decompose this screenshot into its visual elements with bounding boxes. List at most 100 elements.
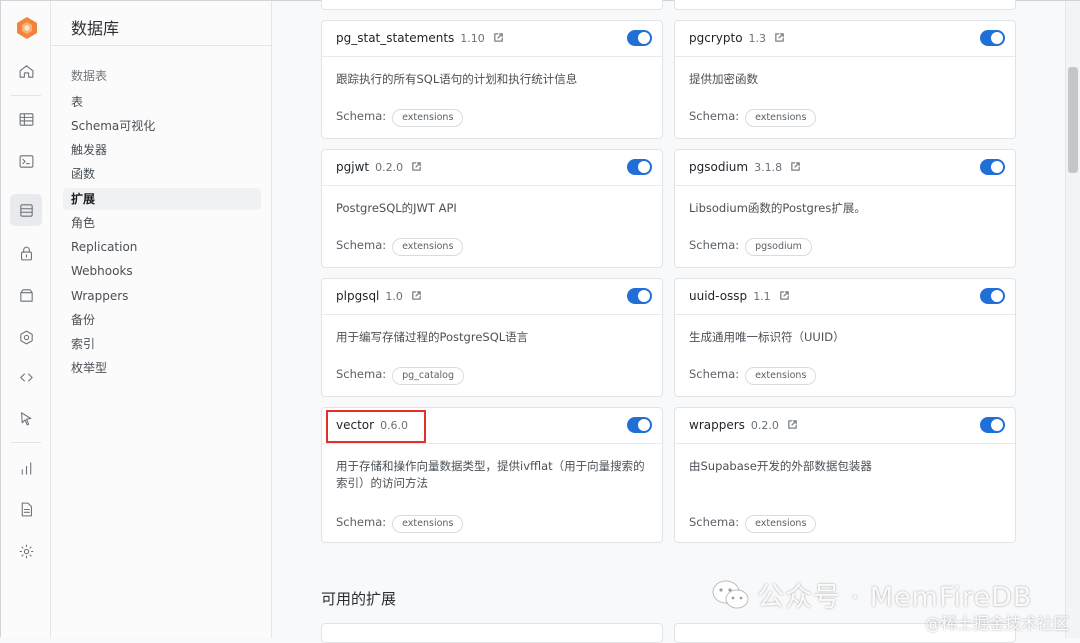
sidebar-item-triggers[interactable]: 触发器 bbox=[63, 139, 261, 161]
schema-badge: extensions bbox=[392, 238, 464, 256]
app-logo-icon[interactable] bbox=[15, 16, 39, 40]
external-link-icon[interactable] bbox=[774, 32, 785, 43]
extension-schema-row: Schema: extensions bbox=[336, 515, 464, 533]
schema-label: Schema: bbox=[336, 109, 387, 123]
extension-version: 1.1 bbox=[753, 290, 771, 303]
logs-document-icon[interactable] bbox=[10, 493, 42, 525]
extension-version: 3.1.8 bbox=[754, 161, 783, 174]
sidebar-item-functions[interactable]: 函数 bbox=[63, 163, 261, 185]
external-link-icon[interactable] bbox=[493, 32, 504, 43]
extension-name: pgjwt bbox=[336, 160, 370, 174]
sidebar-section-label: 数据表 bbox=[71, 69, 108, 83]
extension-card: pgjwt 0.2.0 PostgreSQL的JWT API Schema: ext… bbox=[321, 149, 663, 268]
extension-toggle[interactable] bbox=[627, 30, 652, 46]
extension-version: 1.3 bbox=[748, 32, 767, 45]
extension-version: 1.0 bbox=[385, 290, 403, 303]
extension-description: 用于存储和操作向量数据类型，提供ivfflat（用于向量搜索的索引）的访问方法 bbox=[336, 459, 645, 490]
extension-card: pg_stat_statements 1.10 跟踪执行的所有SQL语句的计划和执… bbox=[321, 20, 663, 139]
extension-toggle[interactable] bbox=[980, 30, 1005, 46]
storage-icon[interactable] bbox=[10, 279, 42, 311]
auth-lock-icon[interactable] bbox=[10, 237, 42, 269]
external-link-icon[interactable] bbox=[779, 290, 790, 301]
schema-label: Schema: bbox=[689, 515, 740, 529]
table-editor-icon[interactable] bbox=[10, 103, 42, 135]
extension-name-row: wrappers 0.2.0 bbox=[689, 418, 798, 432]
external-link-icon[interactable] bbox=[411, 161, 422, 172]
extension-card-header: pg_stat_statements 1.10 bbox=[322, 21, 662, 57]
schema-badge: extensions bbox=[745, 109, 817, 127]
api-code-icon[interactable] bbox=[10, 361, 42, 393]
sidebar-item-tables[interactable]: 表 bbox=[63, 91, 261, 113]
schema-label: Schema: bbox=[689, 109, 740, 123]
reports-chart-icon[interactable] bbox=[10, 452, 42, 484]
sidebar-item-wrappers[interactable]: Wrappers bbox=[63, 285, 261, 307]
extension-description: PostgreSQL的JWT API bbox=[336, 201, 457, 215]
extension-name: pg_stat_statements bbox=[336, 31, 455, 45]
watermark-text: 公众号 · MemFireDB bbox=[757, 582, 1033, 613]
rail-divider bbox=[11, 442, 41, 443]
cursor-icon[interactable] bbox=[10, 402, 42, 434]
extension-schema-row: Schema: pg_catalog bbox=[336, 367, 465, 385]
external-link-icon[interactable] bbox=[790, 161, 801, 172]
extension-toggle[interactable] bbox=[627, 417, 652, 433]
wechat-icon bbox=[712, 580, 749, 608]
sidebar-item-schema-visualizer[interactable]: Schema可视化 bbox=[63, 115, 261, 137]
extension-toggle[interactable] bbox=[627, 288, 652, 304]
extension-name-row: pg_stat_statements 1.10 bbox=[336, 31, 504, 45]
sidebar-item-roles[interactable]: 角色 bbox=[63, 212, 261, 234]
sql-editor-icon[interactable] bbox=[10, 145, 42, 177]
home-icon[interactable] bbox=[10, 55, 42, 87]
extension-description: 由Supabase开发的外部数据包装器 bbox=[689, 459, 872, 473]
extension-name: uuid-ossp bbox=[689, 289, 748, 303]
sidebar-item-webhooks[interactable]: Webhooks bbox=[63, 260, 261, 282]
rail-divider bbox=[11, 95, 41, 96]
toggle-knob bbox=[638, 161, 650, 173]
external-link-icon[interactable] bbox=[787, 419, 798, 430]
extension-name: wrappers bbox=[689, 418, 745, 432]
extension-card-header: plpgsql 1.0 bbox=[322, 279, 662, 315]
extension-card: wrappers 0.2.0 由Supabase开发的外部数据包装器 Schema… bbox=[674, 407, 1016, 543]
available-extensions-title: 可用的扩展 bbox=[321, 590, 397, 608]
scrollbar-thumb[interactable] bbox=[1068, 67, 1078, 173]
extension-description: 提供加密函数 bbox=[689, 72, 758, 86]
extension-card-partial bbox=[321, 0, 663, 10]
extension-toggle[interactable] bbox=[980, 417, 1005, 433]
sidebar-item-extensions[interactable]: 扩展 bbox=[63, 188, 261, 210]
extension-card-header: pgcrypto 1.3 bbox=[675, 21, 1015, 57]
sidebar-item-enums[interactable]: 枚举型 bbox=[63, 357, 261, 379]
database-sidebar: 数据库 数据表 表 Schema可视化 触发器 函数 扩展 角色 Replica… bbox=[51, 1, 272, 638]
extension-name: plpgsql bbox=[336, 289, 380, 303]
schema-label: Schema: bbox=[689, 367, 740, 381]
extension-schema-row: Schema: extensions bbox=[689, 515, 817, 533]
extension-name: pgcrypto bbox=[689, 31, 743, 45]
toggle-knob bbox=[991, 32, 1003, 44]
extension-name: pgsodium bbox=[689, 160, 749, 174]
extension-card-partial bbox=[321, 623, 663, 643]
extension-toggle[interactable] bbox=[980, 159, 1005, 175]
extension-name-row: pgcrypto 1.3 bbox=[689, 31, 785, 45]
extension-schema-row: Schema: extensions bbox=[336, 238, 464, 256]
extension-description: 用于编写存储过程的PostgreSQL语言 bbox=[336, 330, 529, 344]
edge-functions-icon[interactable] bbox=[10, 321, 42, 353]
schema-badge: extensions bbox=[392, 109, 464, 127]
sidebar-item-replication[interactable]: Replication bbox=[63, 236, 261, 258]
sidebar-title: 数据库 bbox=[71, 19, 120, 38]
extension-version: 0.2.0 bbox=[750, 419, 779, 432]
extension-toggle[interactable] bbox=[980, 288, 1005, 304]
schema-badge: extensions bbox=[392, 515, 464, 533]
database-icon[interactable] bbox=[10, 194, 42, 226]
extension-name-row: pgsodium 3.1.8 bbox=[689, 160, 801, 174]
extension-schema-row: Schema: extensions bbox=[336, 109, 464, 127]
schema-badge: pg_catalog bbox=[392, 367, 465, 385]
settings-gear-icon[interactable] bbox=[10, 535, 42, 567]
extension-toggle[interactable] bbox=[627, 159, 652, 175]
sidebar-item-indexes[interactable]: 索引 bbox=[63, 333, 261, 355]
sidebar-item-backups[interactable]: 备份 bbox=[63, 309, 261, 331]
extension-card-header: pgjwt 0.2.0 bbox=[322, 150, 662, 186]
schema-label: Schema: bbox=[336, 515, 387, 529]
annotation-highlight-box bbox=[326, 410, 426, 443]
extension-card-partial bbox=[674, 0, 1016, 10]
extension-schema-row: Schema: extensions bbox=[689, 109, 817, 127]
extension-card-header: wrappers 0.2.0 bbox=[675, 408, 1015, 444]
external-link-icon[interactable] bbox=[411, 290, 422, 301]
